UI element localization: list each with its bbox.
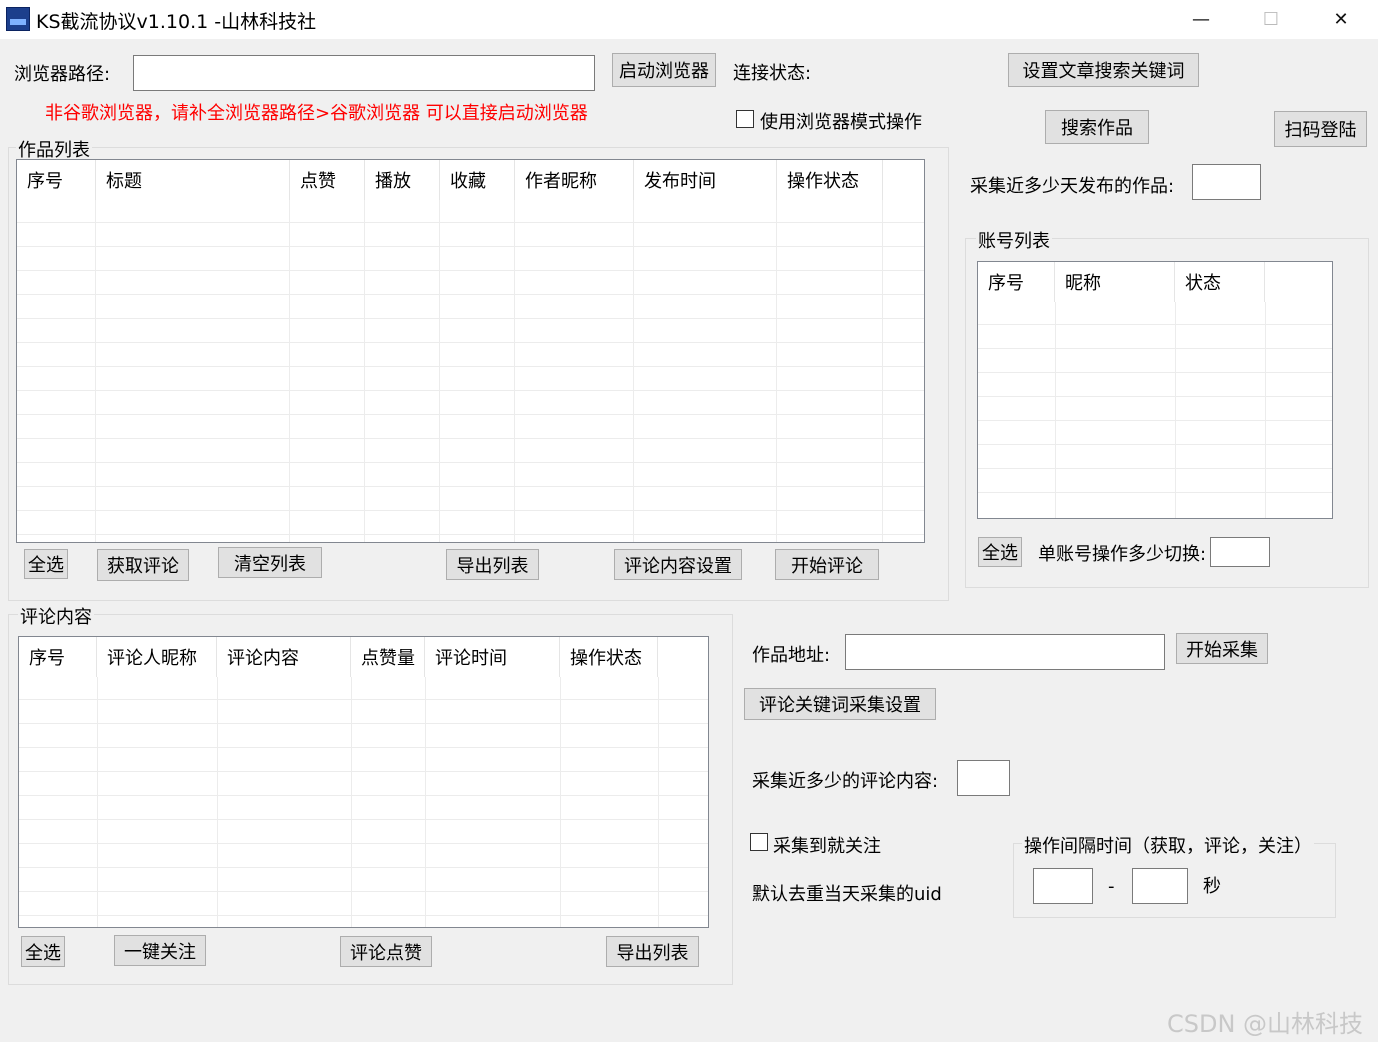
- comments-table[interactable]: 序号 评论人昵称 评论内容 点赞量 评论时间 操作状态: [18, 636, 709, 928]
- comments-col-index[interactable]: 序号: [19, 637, 97, 677]
- connection-status-label: 连接状态:: [733, 63, 812, 84]
- maximize-icon[interactable]: ☐: [1236, 0, 1306, 39]
- works-select-all-button[interactable]: 全选: [24, 549, 68, 579]
- watermark-text: CSDN @山林科技: [1167, 1010, 1364, 1038]
- works-col-likes[interactable]: 点赞: [290, 160, 365, 200]
- switch-label: 单账号操作多少切换:: [1038, 544, 1207, 565]
- launch-browser-button[interactable]: 启动浏览器: [612, 53, 716, 87]
- window-title: KS截流协议v1.10.1 -山林科技社: [36, 11, 317, 33]
- work-url-input[interactable]: [845, 634, 1165, 670]
- recent-comments-label: 采集近多少的评论内容:: [752, 771, 939, 792]
- accounts-table[interactable]: 序号 昵称 状态: [977, 261, 1333, 519]
- accounts-col-index[interactable]: 序号: [978, 262, 1055, 302]
- qr-login-button[interactable]: 扫码登陆: [1274, 111, 1367, 147]
- works-col-status[interactable]: 操作状态: [777, 160, 883, 200]
- recent-days-label: 采集近多少天发布的作品:: [970, 176, 1175, 197]
- app-icon: [6, 7, 30, 31]
- recent-comments-input[interactable]: [957, 760, 1010, 796]
- close-icon[interactable]: ✕: [1306, 0, 1376, 39]
- accounts-group-title: 账号列表: [976, 227, 1052, 253]
- fetch-comments-button[interactable]: 获取评论: [97, 549, 189, 581]
- browser-path-label: 浏览器路径:: [14, 64, 111, 85]
- works-col-favorites[interactable]: 收藏: [440, 160, 515, 200]
- interval-max-input[interactable]: [1132, 868, 1188, 904]
- search-works-button[interactable]: 搜索作品: [1045, 110, 1149, 144]
- accounts-col-status[interactable]: 状态: [1175, 262, 1265, 302]
- comments-export-list-button[interactable]: 导出列表: [606, 936, 699, 967]
- browser-hint-text: 非谷歌浏览器，请补全浏览器路径>谷歌浏览器 可以直接启动浏览器: [45, 103, 588, 124]
- comments-select-all-button[interactable]: 全选: [21, 936, 65, 967]
- accounts-col-nickname[interactable]: 昵称: [1055, 262, 1175, 302]
- works-table[interactable]: 序号 标题 点赞 播放 收藏 作者昵称 发布时间 操作状态: [16, 159, 925, 543]
- follow-all-button[interactable]: 一键关注: [114, 935, 206, 966]
- title-bar: KS截流协议v1.10.1 -山林科技社 — ☐ ✕: [0, 0, 1378, 39]
- works-col-plays[interactable]: 播放: [365, 160, 440, 200]
- follow-on-collect-checkbox[interactable]: [750, 833, 768, 851]
- switch-count-input[interactable]: [1210, 537, 1270, 567]
- works-col-publish-time[interactable]: 发布时间: [634, 160, 777, 200]
- keyword-collect-settings-button[interactable]: 评论关键词采集设置: [744, 688, 936, 720]
- works-export-list-button[interactable]: 导出列表: [446, 549, 539, 580]
- browser-mode-checkbox[interactable]: [736, 110, 754, 128]
- comments-col-time[interactable]: 评论时间: [425, 637, 560, 677]
- start-collect-button[interactable]: 开始采集: [1176, 633, 1268, 664]
- recent-days-input[interactable]: [1192, 164, 1261, 200]
- like-comment-button[interactable]: 评论点赞: [340, 936, 432, 967]
- clear-list-button[interactable]: 清空列表: [218, 547, 322, 578]
- dedup-text: 默认去重当天采集的uid: [752, 884, 942, 905]
- work-url-label: 作品地址:: [752, 645, 831, 666]
- start-comment-button[interactable]: 开始评论: [775, 549, 879, 580]
- comments-col-content[interactable]: 评论内容: [217, 637, 351, 677]
- comments-col-commenter[interactable]: 评论人昵称: [97, 637, 217, 677]
- interval-group-title: 操作间隔时间（获取，评论，关注）: [1022, 832, 1314, 858]
- interval-unit-label: 秒: [1203, 876, 1221, 897]
- works-col-title[interactable]: 标题: [96, 160, 290, 200]
- follow-on-collect-label: 采集到就关注: [773, 836, 881, 857]
- browser-mode-label: 使用浏览器模式操作: [760, 112, 922, 133]
- interval-min-input[interactable]: [1033, 868, 1093, 904]
- comments-col-likes[interactable]: 点赞量: [351, 637, 425, 677]
- interval-dash: -: [1108, 876, 1115, 897]
- set-keywords-button[interactable]: 设置文章搜索关键词: [1008, 53, 1199, 87]
- comment-settings-button[interactable]: 评论内容设置: [614, 549, 742, 580]
- comments-col-status[interactable]: 操作状态: [560, 637, 658, 677]
- browser-path-input[interactable]: [133, 55, 595, 91]
- minimize-icon[interactable]: —: [1166, 0, 1236, 39]
- works-col-author[interactable]: 作者昵称: [515, 160, 634, 200]
- works-col-index[interactable]: 序号: [17, 160, 96, 200]
- accounts-select-all-button[interactable]: 全选: [978, 537, 1022, 567]
- comments-group-title: 评论内容: [18, 603, 94, 629]
